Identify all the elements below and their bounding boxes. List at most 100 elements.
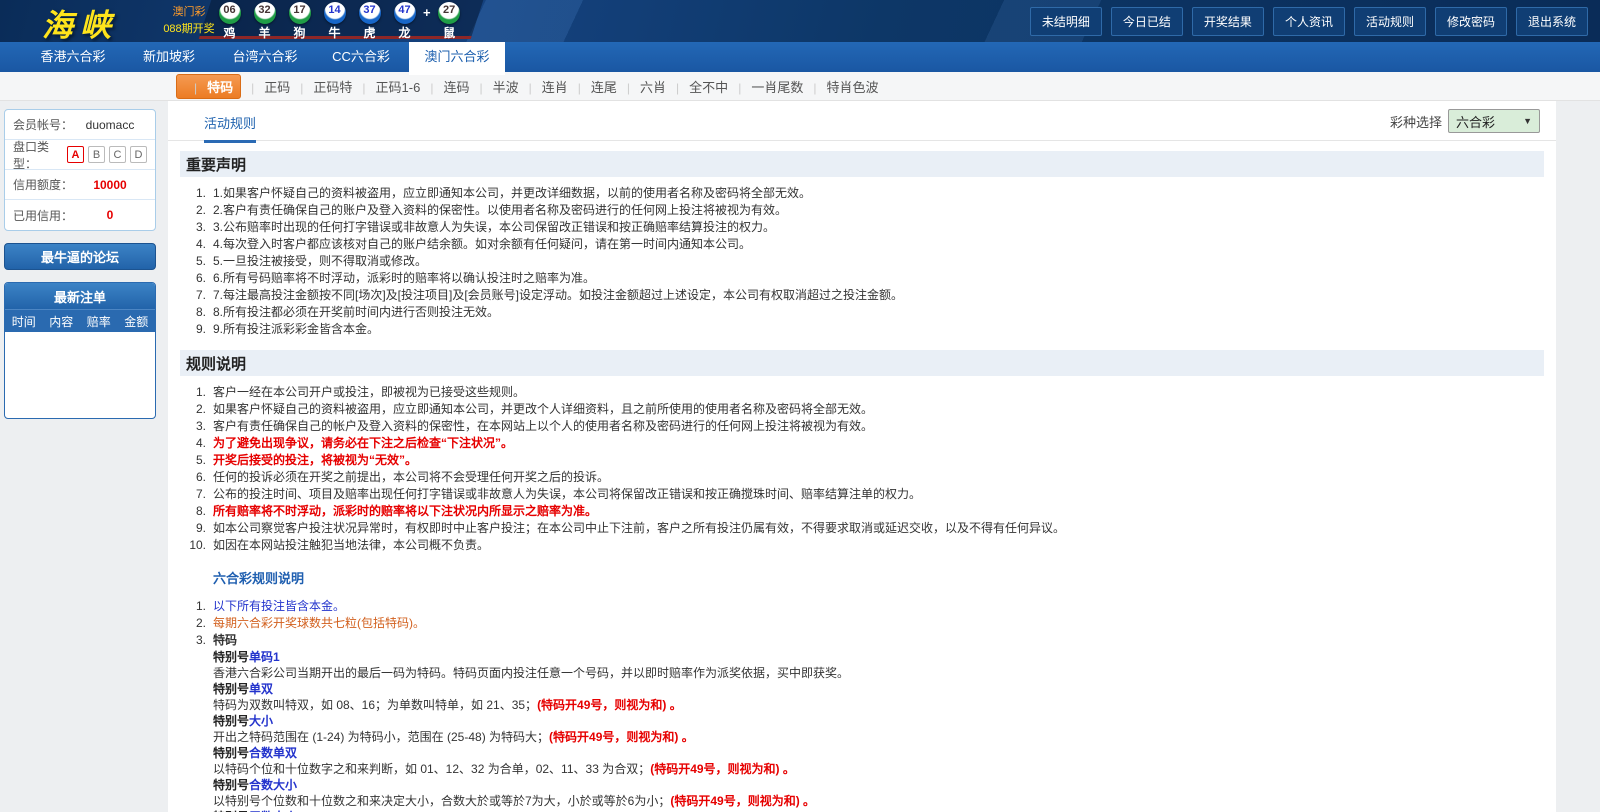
lottery-select-area: 彩种选择 六合彩 ▼	[1390, 109, 1540, 133]
rule-text: 如因在本网站投注触犯当地法律，本公司概不负责。	[213, 537, 489, 554]
lottery-tab[interactable]: CC六合彩	[313, 42, 409, 72]
mark-six-rules-heading: 六合彩规则说明	[213, 568, 1544, 587]
credit-label: 信用额度：	[13, 176, 73, 193]
forum-button[interactable]: 最牛逼的论坛	[4, 243, 156, 270]
lottery-ball-item: + 27 鼠	[422, 2, 467, 41]
rule-text: 公布的投注时间、项目及赔率出现任何打字错误或非故意人为失误，本公司将保留改正错误…	[213, 486, 921, 503]
rule-item: 10. 如因在本网站投注触犯当地法律，本公司概不负责。	[180, 537, 1544, 554]
bets-column-header: 金额	[118, 313, 156, 330]
handicap-type-option[interactable]: D	[130, 146, 147, 163]
section-title-text: 规则说明	[186, 353, 246, 374]
special-number-heading: 特别号单码1	[213, 649, 1544, 665]
special-number-blocks: 特别号单码1 香港六合彩公司当期开出的最后一码为特码。特码页面内投注任意一个号码…	[180, 649, 1544, 812]
lottery-tab[interactable]: 香港六合彩	[25, 42, 121, 72]
rule-number: 8.	[180, 304, 206, 321]
rule-text: 3.公布赔率时出现的任何打字错误或非故意人为失误，本公司保留改正错误和按正确赔率…	[213, 219, 775, 236]
bet-type-tab[interactable]: 连尾	[568, 77, 617, 96]
special-number-heading: 特别号大小	[213, 713, 1544, 729]
account-label: 会员帐号：	[13, 116, 73, 133]
lottery-tab[interactable]: 新加坡彩	[121, 42, 217, 72]
special-number-block: 特别号合数单双 以特码个位和十位数字之和来判断，如 01、12、32 为合单，0…	[213, 745, 1544, 777]
special-number-type: 合数单双	[249, 746, 297, 760]
special-number-prefix: 特别号	[213, 682, 249, 696]
rule-number: 2.	[180, 401, 206, 418]
handicap-type-row: 盘口类型： A B C D	[5, 140, 155, 170]
bet-type-tab[interactable]: 特肖色波	[803, 77, 878, 96]
rule-text: 任何的投诉必须在开奖之前提出，本公司将不会受理任何开奖之后的投诉。	[213, 469, 609, 486]
rule-item: 8. 所有赔率将不时浮动，派彩时的赔率将以下注状况内所显示之赔率为准。	[180, 503, 1544, 520]
top-header: 海峡 澳门彩 088期开奖 06 鸡 32 羊	[0, 0, 1600, 42]
rule-text: 为了避免出现争议，请务必在下注之后检查“下注状况”。	[213, 435, 513, 452]
top-nav-button[interactable]: 活动规则	[1354, 7, 1426, 36]
special-number-prefix: 特别号	[213, 714, 249, 728]
top-nav-button[interactable]: 个人资讯	[1273, 7, 1345, 36]
bet-type-tab[interactable]: 连肖	[519, 77, 568, 96]
top-nav-button[interactable]: 退出系统	[1516, 7, 1588, 36]
special-number-type: 大小	[249, 714, 273, 728]
special-number-prefix: 特别号	[213, 650, 249, 664]
bet-type-tab[interactable]: 正码1-6	[352, 77, 420, 96]
rule-item: 2. 2.客户有责任确保自己的账户及登入资料的保密性。以使用者名称及密码进行的任…	[180, 202, 1544, 219]
zodiac-label: 龙	[398, 24, 410, 41]
ball-number: 14	[328, 4, 340, 16]
rule-item: 7. 公布的投注时间、项目及赔率出现任何打字错误或非故意人为失误，本公司将保留改…	[180, 486, 1544, 503]
rule-number: 4.	[180, 236, 206, 253]
rule-number: 5.	[180, 452, 206, 469]
zodiac-label: 羊	[258, 24, 270, 41]
bet-type-tab[interactable]: 半波	[469, 77, 518, 96]
handicap-type-option[interactable]: B	[88, 146, 105, 163]
rule-item: 3. 3.公布赔率时出现的任何打字错误或非故意人为失误，本公司保留改正错误和按正…	[180, 219, 1544, 236]
lottery-tab[interactable]: 澳门六合彩	[409, 42, 505, 75]
lottery-select-value: 六合彩	[1456, 112, 1495, 131]
rule-number: 2.	[180, 202, 206, 219]
lottery-ball-item: 06 鸡	[212, 2, 247, 41]
rule-text: 特码	[213, 632, 237, 649]
rule-number: 7.	[180, 287, 206, 304]
top-nav-button[interactable]: 未结明细	[1030, 7, 1102, 36]
bet-type-tab[interactable]: 特码	[176, 74, 241, 99]
zodiac-label: 狗	[293, 24, 305, 41]
special-number-type: 单码1	[249, 650, 280, 664]
handicap-type-option[interactable]: C	[109, 146, 126, 163]
lottery-ball-column: 17 狗	[282, 2, 317, 41]
rule-text: 每期六合彩开奖球数共七粒(包括特码)。	[213, 615, 425, 632]
rule-number: 6.	[180, 469, 206, 486]
lottery-select[interactable]: 六合彩 ▼	[1448, 109, 1540, 133]
latest-bets-title: 最新注单	[5, 283, 155, 309]
rule-text: 4.每次登入时客户都应该核对自己的账户结余额。如对余额有任何疑问，请在第一时间内…	[213, 236, 751, 253]
lottery-ball: 14	[324, 2, 346, 24]
zodiac-label: 鼠	[443, 24, 455, 41]
top-nav-button[interactable]: 修改密码	[1435, 7, 1507, 36]
rule-number: 1.	[180, 598, 206, 615]
rule-number: 1.	[180, 185, 206, 202]
bet-type-tab[interactable]: 正码特	[290, 77, 352, 96]
bet-type-tab[interactable]: 正码	[241, 77, 290, 96]
top-nav-button[interactable]: 开奖结果	[1192, 7, 1264, 36]
tab-activity-rules[interactable]: 活动规则	[204, 113, 256, 143]
rule-text: 所有赔率将不时浮动，派彩时的赔率将以下注状况内所显示之赔率为准。	[213, 503, 597, 520]
lottery-ball-column: 32 羊	[247, 2, 282, 41]
latest-bets-empty-list	[5, 332, 155, 418]
rule-item: 1. 以下所有投注皆含本金。	[180, 598, 1544, 615]
rule-item: 5. 开奖后接受的投注，将被视为“无效”。	[180, 452, 1544, 469]
lottery-tab[interactable]: 台湾六合彩	[217, 42, 313, 72]
description-text: 开出之特码范围在 (1-24) 为特码小，范围在 (25-48) 为特码大；	[213, 730, 549, 744]
handicap-type-label: 盘口类型：	[13, 138, 63, 172]
special-number-heading: 特别号合数大小	[213, 777, 1544, 793]
special-number-description: 以特码个位和十位数字之和来判断，如 01、12、32 为合单，02、11、33 …	[213, 761, 1544, 777]
rule-number: 9.	[180, 321, 206, 338]
bet-type-tab[interactable]: 六肖	[617, 77, 666, 96]
rule-number: 4.	[180, 435, 206, 452]
bet-type-tab[interactable]: 全不中	[666, 77, 728, 96]
chevron-down-icon: ▼	[1523, 116, 1532, 126]
ball-number: 06	[223, 4, 235, 16]
top-nav-button[interactable]: 今日已结	[1111, 7, 1183, 36]
bet-type-tab[interactable]: 连码	[420, 77, 469, 96]
description-red-note: (特码开49号，则视为和) 。	[537, 698, 682, 712]
lottery-ball: 06	[219, 2, 241, 24]
description-text: 以特码个位和十位数字之和来判断，如 01、12、32 为合单，02、11、33 …	[213, 762, 650, 776]
bet-type-tab[interactable]: 一肖尾数	[728, 77, 803, 96]
zodiac-label: 鸡	[223, 24, 235, 41]
handicap-type-option[interactable]: A	[67, 146, 84, 163]
bet-type-tabs-bar: 特码 正码 正码特 正码1-6 连码 半波 连肖 连尾 六肖 全不中 一肖尾数 …	[0, 72, 1600, 101]
